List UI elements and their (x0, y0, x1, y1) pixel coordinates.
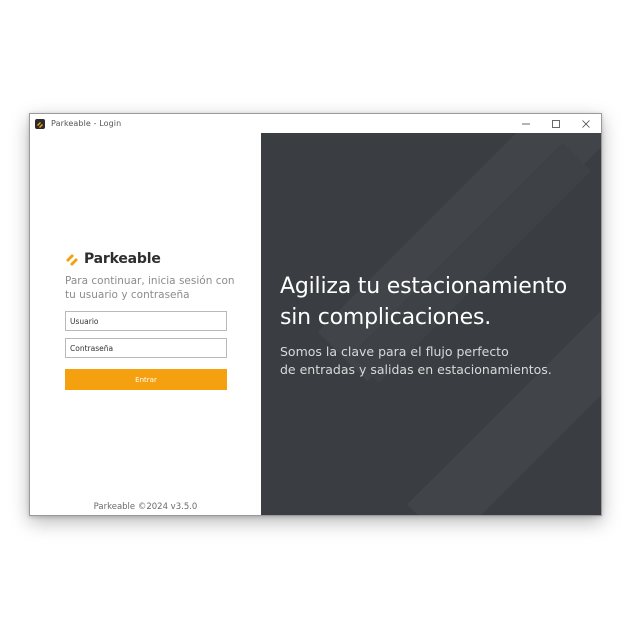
window-controls (511, 114, 601, 133)
login-panel: Parkeable Para continuar, inicia sesión … (30, 133, 261, 515)
version-footer: Parkeable ©2024 v3.5.0 (93, 502, 198, 512)
minimize-icon (522, 123, 530, 124)
login-subtitle: Para continuar, inicia sesión con tu usu… (65, 275, 235, 301)
hero-tagline-line: de entradas y salidas en estacionamiento… (280, 362, 552, 377)
login-window: Parkeable - Login Parkeable Para continu… (29, 113, 602, 516)
hero-headline-line: Agiliza tu estacionamiento (280, 274, 568, 299)
username-input[interactable] (65, 311, 227, 331)
parkeable-logo-icon (35, 118, 45, 129)
minimize-button[interactable] (511, 114, 541, 133)
brand: Parkeable (65, 251, 161, 267)
parkeable-logo-icon (66, 253, 78, 266)
brand-name: Parkeable (84, 251, 161, 267)
title-bar[interactable]: Parkeable - Login (30, 114, 601, 133)
login-button[interactable]: Entrar (65, 369, 227, 390)
maximize-button[interactable] (541, 114, 571, 133)
hero-panel: Agiliza tu estacionamiento sin complicac… (261, 133, 601, 515)
password-input[interactable] (65, 338, 227, 358)
close-button[interactable] (571, 114, 601, 133)
hero-headline-line: sin complicaciones. (280, 305, 492, 330)
hero-tagline-line: Somos la clave para el flujo perfecto (280, 344, 509, 359)
hero-headline: Agiliza tu estacionamiento sin complicac… (280, 271, 600, 333)
hero-tagline: Somos la clave para el flujo perfecto de… (280, 343, 600, 379)
close-icon (582, 119, 590, 128)
window-title: Parkeable - Login (51, 119, 122, 128)
maximize-icon (552, 119, 560, 128)
